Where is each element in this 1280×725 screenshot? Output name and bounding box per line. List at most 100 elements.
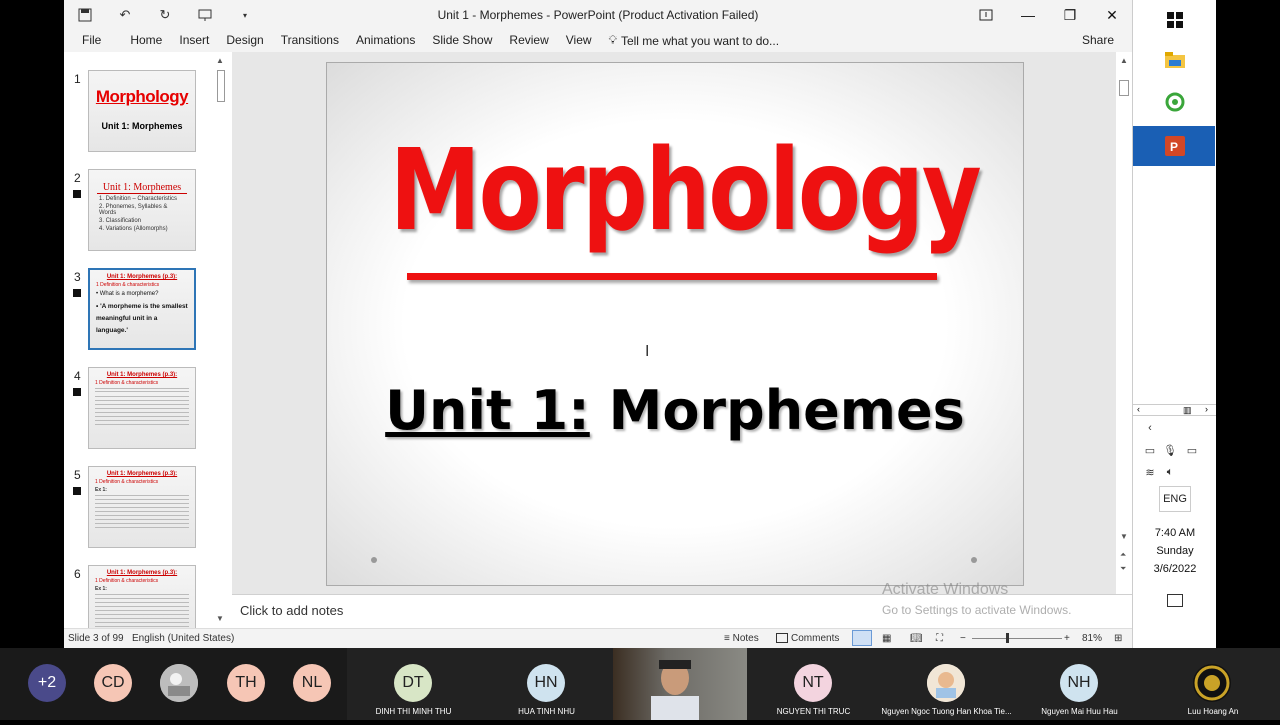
thumb-sub: 1 Definition & characteristics <box>95 380 159 386</box>
participant-tile[interactable]: Luu Hoang An <box>1146 648 1280 720</box>
scroll-down-icon[interactable]: ▼ <box>216 614 224 623</box>
scroll-up-icon[interactable]: ▲ <box>216 56 224 65</box>
chevron-right-icon[interactable]: › <box>1205 404 1208 414</box>
scroll-thumb[interactable] <box>217 70 225 102</box>
participant-name: Nguyen Ngoc Tuong Han Khoa Tie... <box>881 707 1012 716</box>
scroll-thumb[interactable] <box>1119 80 1129 96</box>
participant-name: HUA TINH NHU <box>518 707 575 716</box>
reading-view-icon[interactable]: 📖︎ <box>910 633 923 644</box>
slide-number: 6 <box>74 567 81 581</box>
participant-tile[interactable]: HN HUA TINH NHU <box>480 648 613 720</box>
presenter-video[interactable] <box>613 648 747 720</box>
tab-file[interactable]: File <box>82 33 101 48</box>
fit-slide-icon[interactable]: ⊞ <box>1114 633 1122 644</box>
microphone-icon[interactable]: 🎙︎ <box>1161 442 1179 458</box>
scroll-up-icon[interactable]: ▲ <box>1120 56 1128 65</box>
normal-view-button[interactable] <box>852 630 872 646</box>
thumb-text-line <box>95 388 189 394</box>
title-bar: ↶ ↻ ▾ Unit 1 - Morphemes - PowerPoint (P… <box>64 0 1132 30</box>
participant-photo-avatar[interactable] <box>160 664 198 702</box>
notification-center-icon[interactable] <box>1167 594 1183 607</box>
more-participants-button[interactable]: +2 <box>28 664 66 702</box>
input-language[interactable]: ENG <box>1159 486 1191 512</box>
slide-sorter-icon[interactable]: ▦ <box>882 633 891 644</box>
ribbon-display-icon[interactable] <box>974 4 998 26</box>
chevron-left-icon[interactable]: ‹ <box>1137 404 1140 414</box>
minimize-button[interactable]: — <box>1016 4 1040 26</box>
thumbnails-scrollbar[interactable]: ▲ ▼ <box>214 52 228 628</box>
meet-now-icon[interactable]: ▭ <box>1141 442 1159 458</box>
zoom-in-button[interactable]: + <box>1064 633 1070 644</box>
participant-avatar: NT <box>794 664 832 702</box>
clock-date: 3/6/2022 <box>1153 563 1197 575</box>
slide-show-icon[interactable]: ⛶ <box>936 633 943 644</box>
screen: ↶ ↻ ▾ Unit 1 - Morphemes - PowerPoint (P… <box>0 0 1280 720</box>
windows-start-icon[interactable] <box>1163 8 1187 32</box>
zoom-level[interactable]: 81% <box>1082 633 1102 644</box>
thumbnail-slide-1[interactable]: 1 Morphology Unit 1: Morphemes <box>64 70 214 160</box>
close-button[interactable]: ✕ <box>1100 4 1124 26</box>
show-hidden-icons[interactable]: ‹ <box>1141 420 1159 436</box>
share-button[interactable]: Share <box>1082 33 1114 47</box>
thumbnail-slide-5[interactable]: 5 Unit 1: Morphemes (p.3): 1 Definition … <box>64 466 214 556</box>
tell-me-box[interactable]: 💡︎ Tell me what you want to do... <box>609 33 780 48</box>
thumb-text-line <box>95 495 189 531</box>
participant-avatar[interactable]: TH <box>227 664 265 702</box>
editor-scrollbar[interactable]: ▲ ▼ ⏶ ⏷ <box>1116 52 1132 594</box>
zoom-slider-knob[interactable] <box>1006 633 1009 643</box>
tab-transitions[interactable]: Transitions <box>281 33 339 48</box>
tab-design[interactable]: Design <box>226 33 263 48</box>
previous-slide-icon[interactable]: ⏶ <box>1120 550 1126 560</box>
notes-label: Notes <box>732 633 759 644</box>
wifi-icon[interactable]: ≋ <box>1141 464 1159 480</box>
volume-icon[interactable]: 🔈︎ <box>1161 464 1179 480</box>
slide-number: 1 <box>74 72 81 86</box>
thumbnail-slide-4[interactable]: 4 Unit 1: Morphemes (p.3): 1 Definition … <box>64 367 214 457</box>
notes-toggle[interactable]: ≡ Notes <box>724 633 759 644</box>
next-slide-icon[interactable]: ⏷ <box>1120 564 1126 574</box>
slide-subtitle[interactable]: Unit 1: Morphemes <box>327 379 1023 442</box>
participant-tile[interactable]: NT NGUYEN THI TRUC <box>747 648 880 720</box>
thumb-question: • What is a morpheme? <box>96 291 159 297</box>
comments-toggle[interactable]: Comments <box>776 633 839 644</box>
participant-tile[interactable]: Nguyen Ngoc Tuong Han Khoa Tie... <box>880 648 1013 720</box>
notes-pane[interactable]: Click to add notes Activate Windows Go t… <box>232 581 1132 628</box>
participant-avatar[interactable]: CD <box>94 664 132 702</box>
file-explorer-icon[interactable] <box>1163 48 1187 72</box>
language-indicator[interactable]: English (United States) <box>132 633 234 644</box>
tab-slide-show[interactable]: Slide Show <box>432 33 492 48</box>
thumb-head: Unit 1: Morphemes (p.3): <box>106 570 178 576</box>
thumbnail-slide-3[interactable]: 3 Unit 1: Morphemes (p.3): 1 Definition … <box>64 268 214 358</box>
scroll-down-icon[interactable]: ▼ <box>1120 532 1128 541</box>
participant-tile[interactable]: DT DINH THI MINH THU <box>347 648 480 720</box>
current-slide[interactable]: Morphology Unit 1: Morphemes I <box>326 62 1024 586</box>
thumb-sub: 1 Definition & characteristics <box>95 479 159 485</box>
slide-title[interactable]: Morphology <box>390 135 982 247</box>
lightbulb-icon: 💡︎ <box>608 33 617 47</box>
subtitle-rest: Morphemes <box>608 379 965 442</box>
participant-avatar[interactable]: NL <box>293 664 331 702</box>
tab-insert[interactable]: Insert <box>179 33 209 48</box>
participant-tile[interactable]: NH Nguyen Mai Huu Hau <box>1013 648 1146 720</box>
tab-animations[interactable]: Animations <box>356 33 415 48</box>
notes-placeholder[interactable]: Click to add notes <box>240 603 343 618</box>
tray-grip-icon[interactable]: ▥ <box>1183 405 1192 416</box>
tab-home[interactable]: Home <box>130 33 162 48</box>
tab-review[interactable]: Review <box>509 33 548 48</box>
thumbnail-image-selected: Unit 1: Morphemes (p.3): 1 Definition & … <box>88 268 196 350</box>
window-title: Unit 1 - Morphemes - PowerPoint (Product… <box>437 8 759 22</box>
browser-icon[interactable] <box>1163 90 1187 114</box>
thumb-title: Morphology <box>95 87 189 106</box>
thumb-item: 4. Variations (Allomorphs) <box>99 226 168 232</box>
meeting-participants-strip: +2 CD TH NL DT DINH THI MINH THU HN HUA … <box>0 648 1280 720</box>
powerpoint-taskbar-icon[interactable]: P <box>1163 134 1187 158</box>
thumbnail-slide-6[interactable]: 6 Unit 1: Morphemes (p.3): 1 Definition … <box>64 565 214 628</box>
battery-icon[interactable]: ▭ <box>1183 442 1201 458</box>
restore-button[interactable]: ❐ <box>1058 4 1082 26</box>
tab-view[interactable]: View <box>566 33 592 48</box>
thumb-item: 1. Definition – Characteristics <box>99 196 178 202</box>
thumbnail-slide-2[interactable]: 2 Unit 1: Morphemes 1. Definition – Char… <box>64 169 214 259</box>
zoom-slider-track[interactable] <box>972 638 1062 639</box>
zoom-out-button[interactable]: − <box>960 633 966 644</box>
clock-time[interactable]: 7:40 AM <box>1133 527 1217 539</box>
